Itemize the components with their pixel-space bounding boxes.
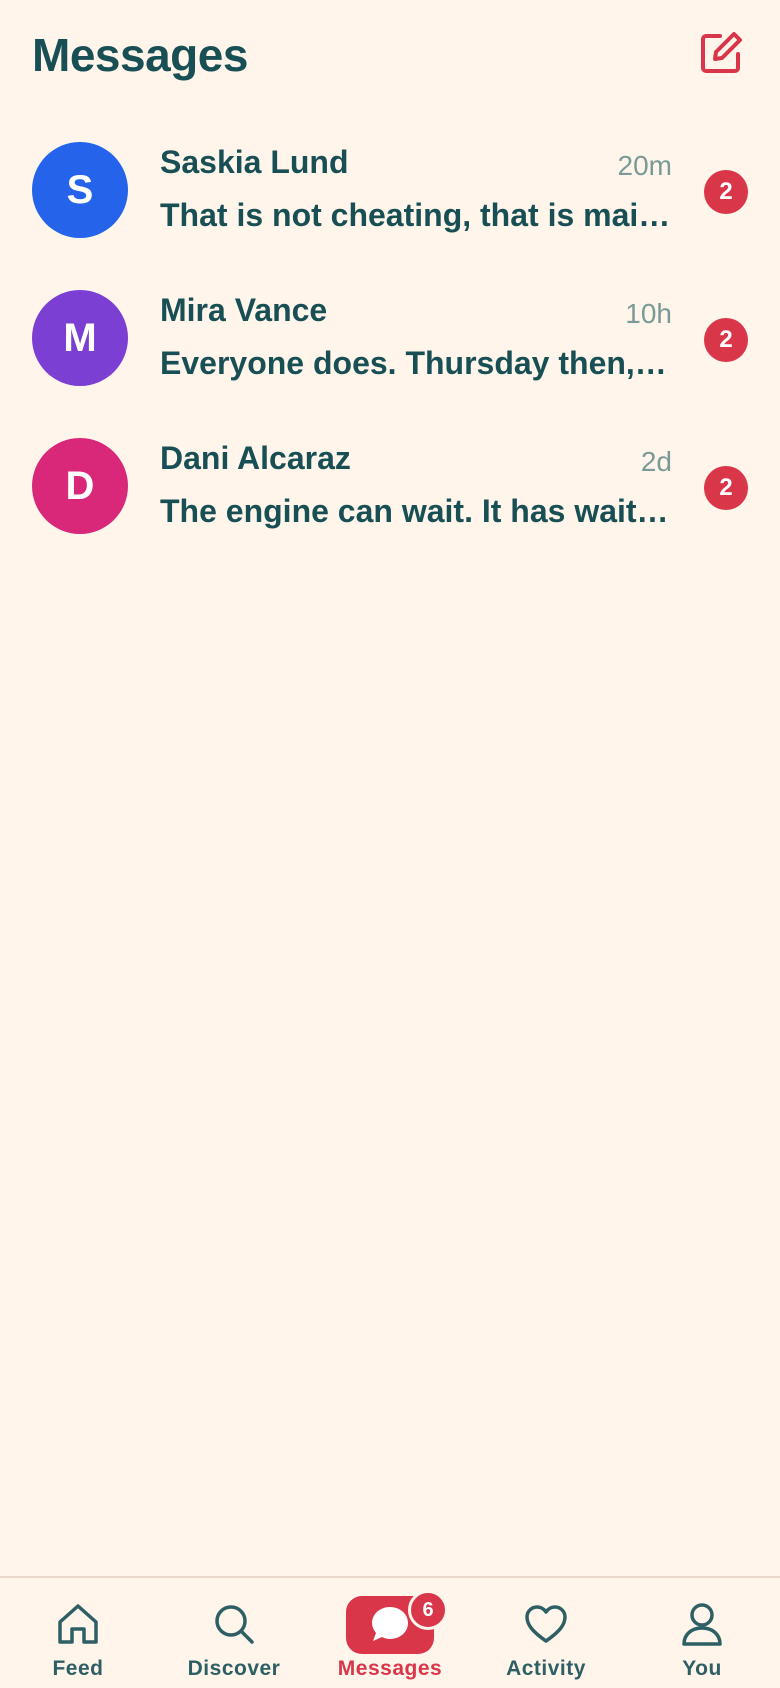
- heart-icon: [522, 1600, 570, 1648]
- avatar: M: [32, 290, 128, 386]
- tab-activity[interactable]: Activity: [468, 1578, 624, 1688]
- unread-badge: 2: [704, 318, 748, 362]
- tab-label: Feed: [52, 1657, 104, 1680]
- conversation-row[interactable]: M Mira Vance 10h Everyone does. Thursday…: [0, 278, 780, 426]
- message-preview: That is not cheating, that is maintenanc…: [160, 197, 672, 233]
- contact-name: Mira Vance: [160, 292, 328, 328]
- unread-badge: 2: [704, 466, 748, 510]
- avatar-initial: M: [63, 315, 97, 360]
- tab-count-badge: 6: [408, 1590, 448, 1630]
- header: Messages: [0, 0, 780, 110]
- tab-you[interactable]: You: [624, 1578, 780, 1688]
- tab-label: Activity: [506, 1657, 586, 1680]
- person-icon: [678, 1600, 726, 1648]
- message-preview: Everyone does. Thursday then, at seven.: [160, 345, 672, 381]
- conversation-row[interactable]: D Dani Alcaraz 2d The engine can wait. I…: [0, 426, 780, 574]
- message-time: 10h: [625, 298, 672, 329]
- avatar: D: [32, 438, 128, 534]
- conversation-row[interactable]: S Saskia Lund 20m That is not cheating, …: [0, 130, 780, 278]
- message-time: 2d: [640, 446, 672, 477]
- tab-label: You: [682, 1657, 722, 1680]
- tab-label: Messages: [337, 1657, 443, 1680]
- contact-name: Saskia Lund: [160, 144, 349, 180]
- page-title: Messages: [32, 29, 248, 81]
- contact-name: Dani Alcaraz: [160, 440, 351, 476]
- conversation-list: S Saskia Lund 20m That is not cheating, …: [0, 130, 780, 574]
- avatar-initial: D: [65, 463, 95, 508]
- bottom-tab-bar: Feed Discover 6 Messages Activity You: [0, 1576, 780, 1688]
- compose-icon: [701, 32, 742, 73]
- home-icon: [54, 1600, 102, 1648]
- tab-label: Discover: [187, 1657, 281, 1680]
- tab-feed[interactable]: Feed: [0, 1578, 156, 1688]
- tab-discover[interactable]: Discover: [156, 1578, 312, 1688]
- search-icon: [210, 1600, 258, 1648]
- message-time: 20m: [617, 150, 672, 181]
- unread-badge: 2: [704, 170, 748, 214]
- compose-button[interactable]: [696, 28, 746, 78]
- avatar: S: [32, 142, 128, 238]
- avatar-initial: S: [66, 167, 94, 212]
- message-preview: The engine can wait. It has waited this …: [160, 493, 672, 529]
- tab-messages[interactable]: 6 Messages: [312, 1578, 468, 1688]
